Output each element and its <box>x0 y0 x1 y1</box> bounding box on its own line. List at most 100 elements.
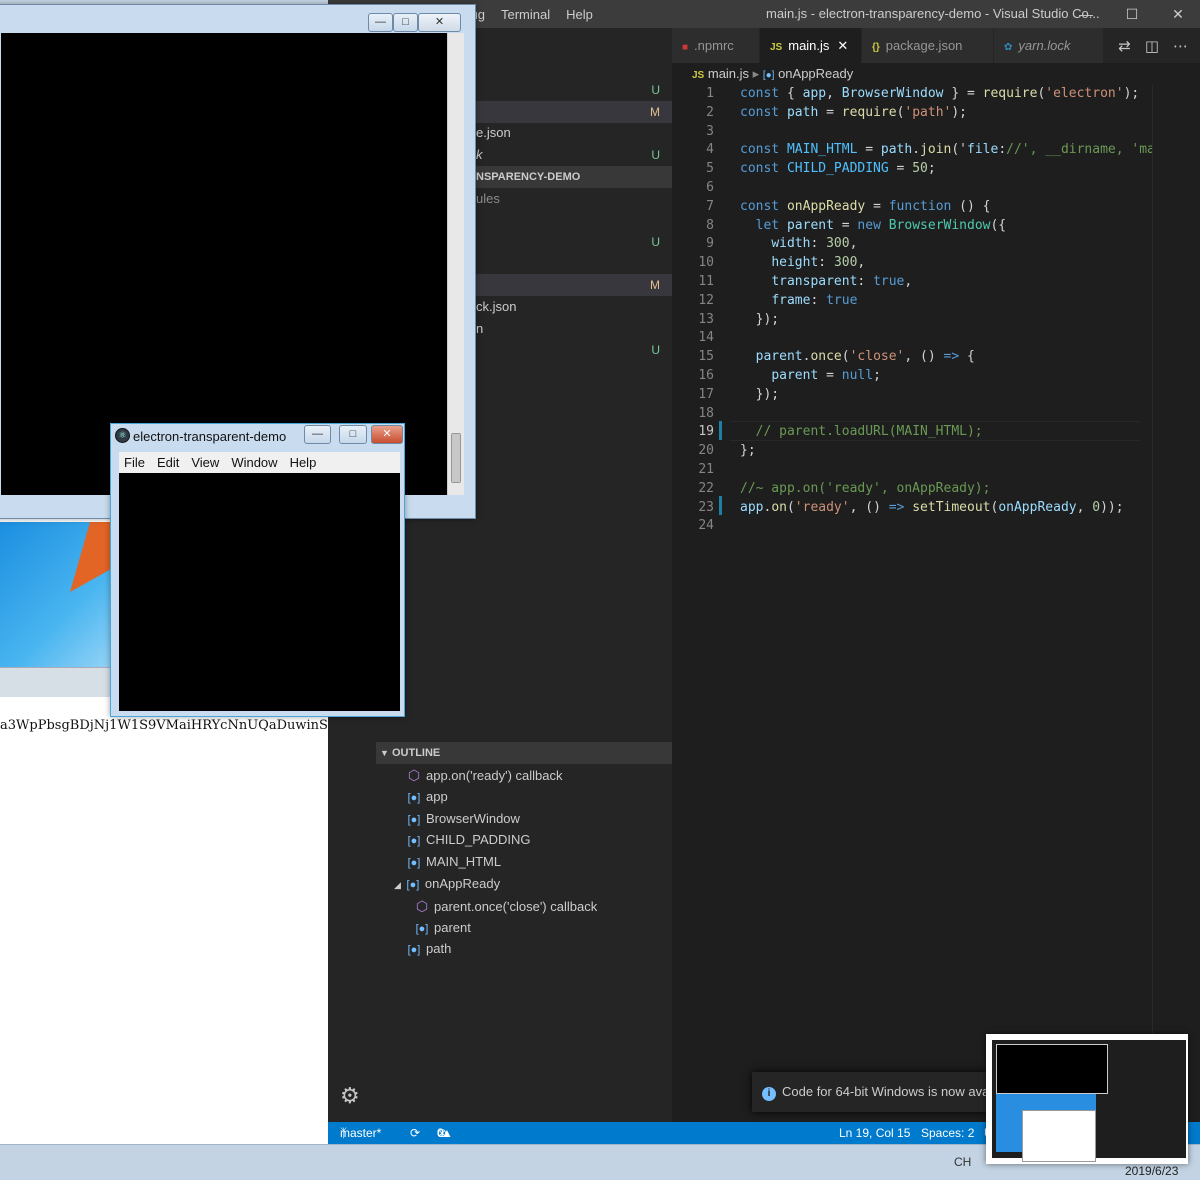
code-line[interactable]: 10 height: 300, <box>672 254 1152 273</box>
code-line[interactable]: 7 const onAppReady = function () { <box>672 198 1152 217</box>
code-line[interactable]: 23 app.on('ready', () => setTimeout(onApp… <box>672 499 1152 518</box>
close-icon[interactable]: ✕ <box>371 425 403 444</box>
code-line[interactable]: 3 <box>672 123 1152 142</box>
outline-item-label: parent <box>434 919 471 935</box>
chevron-down-icon[interactable]: ◢ <box>394 880 401 890</box>
code-line[interactable]: 24 <box>672 517 1152 536</box>
tab-npmrc[interactable]: ■ .npmrc <box>672 28 760 63</box>
maximize-icon[interactable]: □ <box>339 425 367 444</box>
electron-menu-edit[interactable]: Edit <box>152 455 186 470</box>
code-line[interactable]: 16 parent = null; <box>672 367 1152 386</box>
minimize-icon[interactable]: — <box>1063 0 1109 28</box>
electron-titlebar[interactable]: ⚛ electron-transparent-demo — □ ✕ <box>111 424 404 448</box>
outline-item[interactable]: [●] path <box>406 938 452 960</box>
taskbar-window-thumbnail[interactable] <box>986 1034 1188 1164</box>
outline-header[interactable]: ▼ OUTLINE <box>376 742 672 764</box>
close-tab-icon[interactable]: ✕ <box>837 38 848 53</box>
breadcrumb-symbol[interactable]: onAppReady <box>778 66 853 81</box>
outline-item[interactable]: ◢ [●] onAppReady <box>394 873 500 895</box>
npm-file-icon: ■ <box>682 42 689 53</box>
code-line[interactable]: 14 <box>672 329 1152 348</box>
json-file-icon: {} <box>872 42 880 53</box>
code-editor[interactable]: 1 const { app, BrowserWindow } = require(… <box>672 85 1200 1122</box>
code-line[interactable]: 2 const path = require('path'); <box>672 104 1152 123</box>
line-number: 23 <box>698 499 714 515</box>
outline-item-label: onAppReady <box>424 876 501 891</box>
code-line[interactable]: 12 frame: true <box>672 292 1152 311</box>
code-line[interactable]: 1 const { app, BrowserWindow } = require(… <box>672 85 1152 104</box>
line-number: 10 <box>698 255 714 271</box>
code-line[interactable]: 19 // parent.loadURL(MAIN_HTML); <box>672 423 1152 442</box>
outline-item[interactable]: [●] app <box>406 786 448 808</box>
maximize-icon[interactable]: □ <box>393 13 418 32</box>
variable-icon: [●] <box>415 922 429 935</box>
yarn-file-icon: ✿ <box>1004 42 1013 53</box>
code-line[interactable]: 5 const CHILD_PADDING = 50; <box>672 160 1152 179</box>
taskbar-date[interactable]: 2019/6/23 <box>1125 1164 1178 1178</box>
code-line[interactable]: 8 let parent = new BrowserWindow({ <box>672 217 1152 236</box>
close-icon[interactable]: ✕ <box>418 13 461 32</box>
tab-package-json[interactable]: {} package.json <box>862 28 994 63</box>
tab-label: main.js <box>788 38 830 53</box>
line-number: 4 <box>706 142 714 158</box>
menu-item-help[interactable]: Help <box>558 7 601 22</box>
code-line[interactable]: 18 <box>672 405 1152 424</box>
line-number: 2 <box>706 104 714 120</box>
outline-item[interactable]: ⬡ app.on('ready') callback <box>406 764 563 786</box>
explorer-item-label: n <box>476 320 484 336</box>
update-notification[interactable]: i Code for 64-bit Windows is now avai <box>752 1072 1012 1112</box>
code-line[interactable]: 20}; <box>672 442 1152 461</box>
method-icon: ⬡ <box>415 897 429 914</box>
electron-demo-window[interactable]: ⚛ electron-transparent-demo — □ ✕ File Ed… <box>110 423 405 717</box>
electron-menubar: File Edit View Window Help <box>119 452 400 473</box>
outline-item[interactable]: [●] CHILD_PADDING <box>406 829 531 851</box>
electron-app-icon: ⚛ <box>115 428 130 443</box>
scrollbar-thumb[interactable] <box>451 433 461 483</box>
electron-menu-file[interactable]: File <box>119 455 152 470</box>
menu-item-terminal[interactable]: Terminal <box>493 7 558 22</box>
code-line[interactable]: 9 width: 300, <box>672 235 1152 254</box>
outline-item-label: BrowserWindow <box>426 810 520 826</box>
cursor-position[interactable]: Ln 19, Col 15 <box>839 1122 910 1144</box>
outline-item-label: parent.once('close') callback <box>434 898 598 914</box>
gear-icon[interactable]: ⚙ <box>340 1084 364 1108</box>
maximize-icon[interactable]: ☐ <box>1109 0 1155 28</box>
sync-icon[interactable]: ⟳ <box>410 1122 420 1144</box>
minimap[interactable] <box>1152 85 1200 1122</box>
code-line[interactable]: 6 <box>672 179 1152 198</box>
more-actions-icon[interactable]: ⋯ <box>1173 37 1188 55</box>
tab-main-js[interactable]: JS main.js ✕ <box>760 28 862 63</box>
git-status-badge: U <box>651 234 660 249</box>
code-line[interactable]: 13 }); <box>672 311 1152 330</box>
tab-yarn-lock[interactable]: ✿ yarn.lock <box>994 28 1104 63</box>
split-editor-icon[interactable]: ◫ <box>1145 37 1159 55</box>
minimize-icon[interactable]: — <box>368 13 393 32</box>
git-status-badge: U <box>651 343 660 358</box>
code-line[interactable]: 4 const MAIN_HTML = path.join('file://', … <box>672 141 1152 160</box>
vertical-scrollbar[interactable] <box>447 33 464 495</box>
chevron-down-icon: ▼ <box>380 748 389 758</box>
outline-item[interactable]: [●] parent <box>414 917 471 939</box>
code-text: parent = null; <box>771 368 881 383</box>
close-icon[interactable]: ✕ <box>1155 0 1200 28</box>
open-changes-icon[interactable]: ⇄ <box>1118 37 1131 55</box>
code-line[interactable]: 21 <box>672 461 1152 480</box>
code-line[interactable]: 17 }); <box>672 386 1152 405</box>
outline-item[interactable]: [●] MAIN_HTML <box>406 851 502 873</box>
code-line[interactable]: 22 //~ app.on('ready', onAppReady); <box>672 480 1152 499</box>
electron-menu-help[interactable]: Help <box>285 455 324 470</box>
variable-icon: [●] <box>407 944 421 957</box>
input-language[interactable]: CH <box>954 1155 971 1169</box>
minimize-icon[interactable]: — <box>304 425 331 444</box>
breadcrumb-file[interactable]: main.js <box>708 66 749 81</box>
code-line[interactable]: 15 parent.once('close', () => { <box>672 348 1152 367</box>
code-text: const { app, BrowserWindow } = require('… <box>740 86 1140 101</box>
electron-menu-window[interactable]: Window <box>226 455 284 470</box>
indentation[interactable]: Spaces: 2 <box>921 1122 974 1144</box>
electron-menu-view[interactable]: View <box>186 455 226 470</box>
explorer-item-label: k <box>476 147 483 163</box>
code-line[interactable]: 11 transparent: true, <box>672 273 1152 292</box>
outline-item[interactable]: ⬡ parent.once('close') callback <box>414 895 597 917</box>
git-status-badge: U <box>651 148 660 163</box>
outline-item[interactable]: [●] BrowserWindow <box>406 808 520 830</box>
